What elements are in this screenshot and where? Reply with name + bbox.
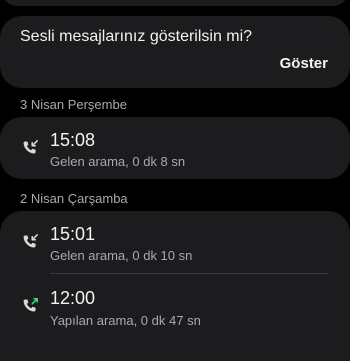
incoming-call-icon bbox=[23, 140, 38, 154]
date-header: 2 Nisan Çarşamba bbox=[20, 191, 128, 206]
date-header: 3 Nisan Perşembe bbox=[20, 97, 127, 112]
call-time: 15:01 bbox=[50, 224, 96, 244]
voicemail-prompt-text: Sesli mesajlarınız gösterilsin mi? bbox=[20, 28, 253, 45]
call-group-card: 15:01 Gelen arama, 0 dk 10 sn 12:00 Yapı… bbox=[0, 211, 350, 361]
call-description: Gelen arama, 0 dk 8 sn bbox=[50, 154, 186, 169]
call-description: Yapılan arama, 0 dk 47 sn bbox=[50, 313, 201, 328]
call-log-item[interactable]: 15:08 Gelen arama, 0 dk 8 sn bbox=[0, 117, 350, 179]
call-time: 12:00 bbox=[50, 288, 96, 308]
call-log-item[interactable]: 15:01 Gelen arama, 0 dk 10 sn bbox=[0, 211, 350, 273]
previous-card bbox=[0, 0, 350, 6]
voicemail-prompt-card: Sesli mesajlarınız gösterilsin mi? Göste… bbox=[0, 16, 350, 88]
incoming-call-icon bbox=[23, 234, 38, 248]
row-divider bbox=[50, 273, 328, 274]
call-time: 15:08 bbox=[50, 130, 96, 150]
call-log-item[interactable]: 12:00 Yapılan arama, 0 dk 47 sn bbox=[0, 275, 350, 337]
call-description: Gelen arama, 0 dk 10 sn bbox=[50, 248, 193, 263]
call-group-card: 15:08 Gelen arama, 0 dk 8 sn bbox=[0, 117, 350, 179]
show-voicemail-button[interactable]: Göster bbox=[280, 55, 328, 72]
outgoing-call-icon bbox=[23, 298, 38, 312]
